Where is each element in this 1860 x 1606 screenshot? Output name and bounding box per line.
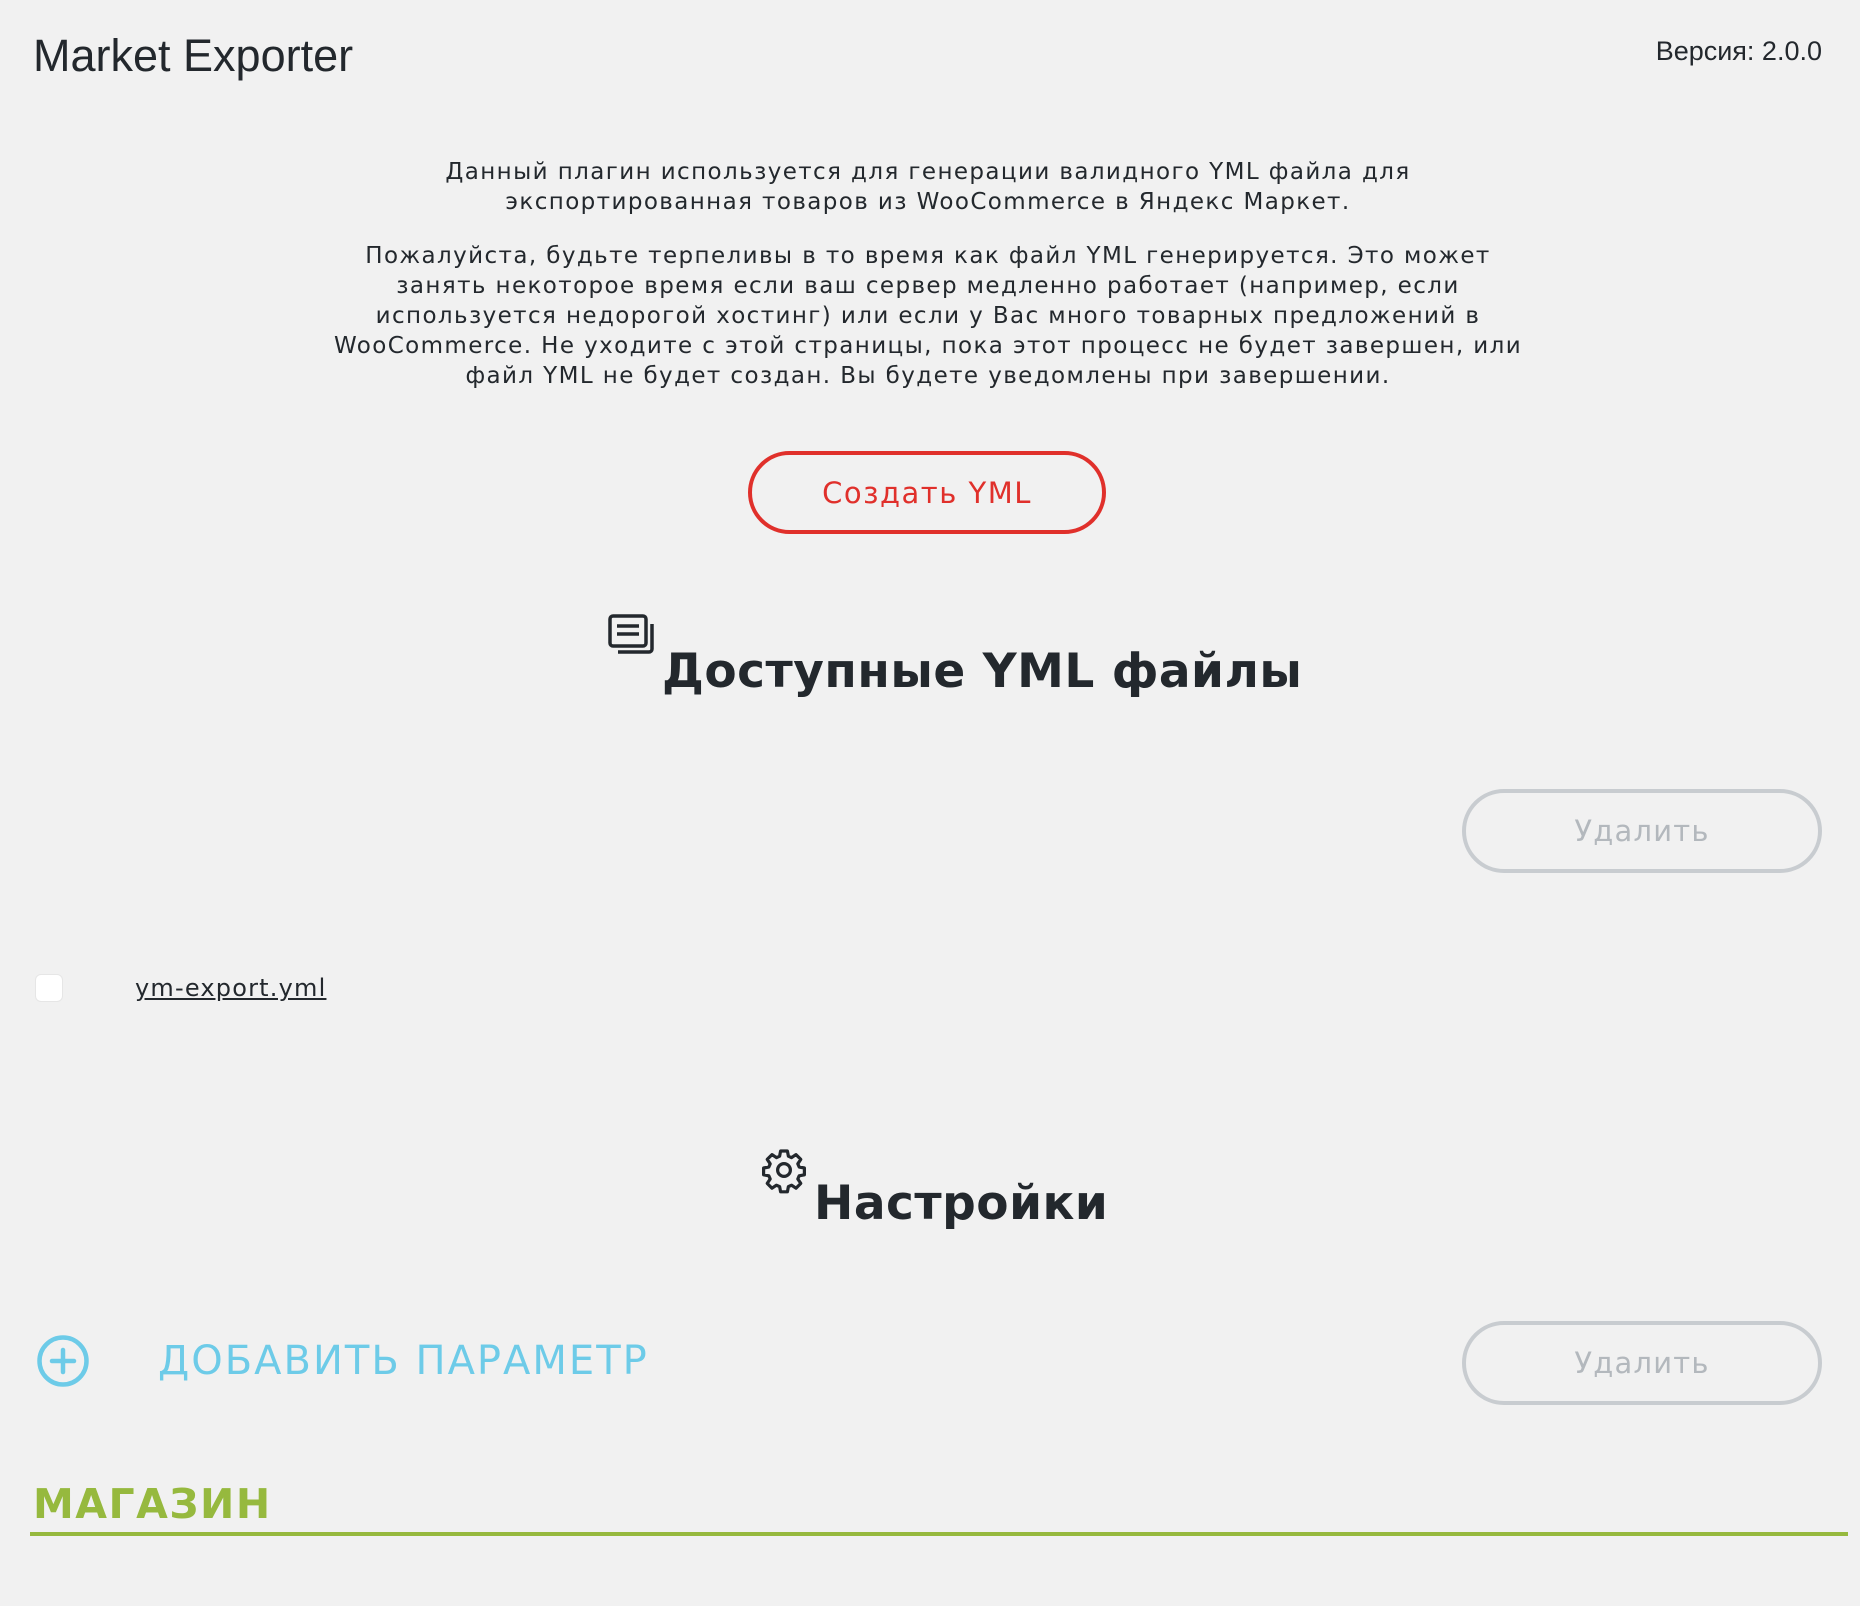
add-parameter-button[interactable]: ДОБАВИТЬ ПАРАМЕТР — [36, 1334, 649, 1388]
add-parameter-label[interactable]: ДОБАВИТЬ ПАРАМЕТР — [158, 1338, 649, 1384]
settings-section-heading: Настройки — [760, 1146, 1108, 1231]
version-label: Версия: 2.0.0 — [1655, 36, 1822, 66]
files-heading-text: Доступные YML файлы — [662, 644, 1303, 699]
file-link[interactable]: ym-export.yml — [135, 974, 326, 1002]
settings-heading-text: Настройки — [814, 1176, 1109, 1231]
plus-circle-icon[interactable] — [36, 1334, 90, 1388]
intro-warning: Пожалуйста, будьте терпеливы в то время … — [333, 243, 1523, 389]
market-exporter-page: Market Exporter Версия: 2.0.0 Данный пла… — [0, 0, 1860, 1606]
file-checkbox[interactable] — [35, 974, 63, 1002]
files-icon — [608, 614, 656, 662]
shop-group-label: МАГАЗИН — [33, 1480, 272, 1528]
delete-params-button[interactable]: Удалить — [1462, 1321, 1822, 1405]
shop-settings-group: МАГАЗИН — [30, 1480, 1848, 1536]
list-item: ym-export.yml — [35, 974, 326, 1002]
delete-files-button[interactable]: Удалить — [1462, 789, 1822, 873]
files-section-heading: Доступные YML файлы — [608, 614, 1302, 699]
create-yml-button[interactable]: Создать YML — [748, 451, 1106, 534]
intro-description: Данный плагин используется для генерации… — [445, 159, 1411, 215]
gear-icon — [760, 1146, 808, 1194]
page-title: Market Exporter — [33, 30, 354, 81]
